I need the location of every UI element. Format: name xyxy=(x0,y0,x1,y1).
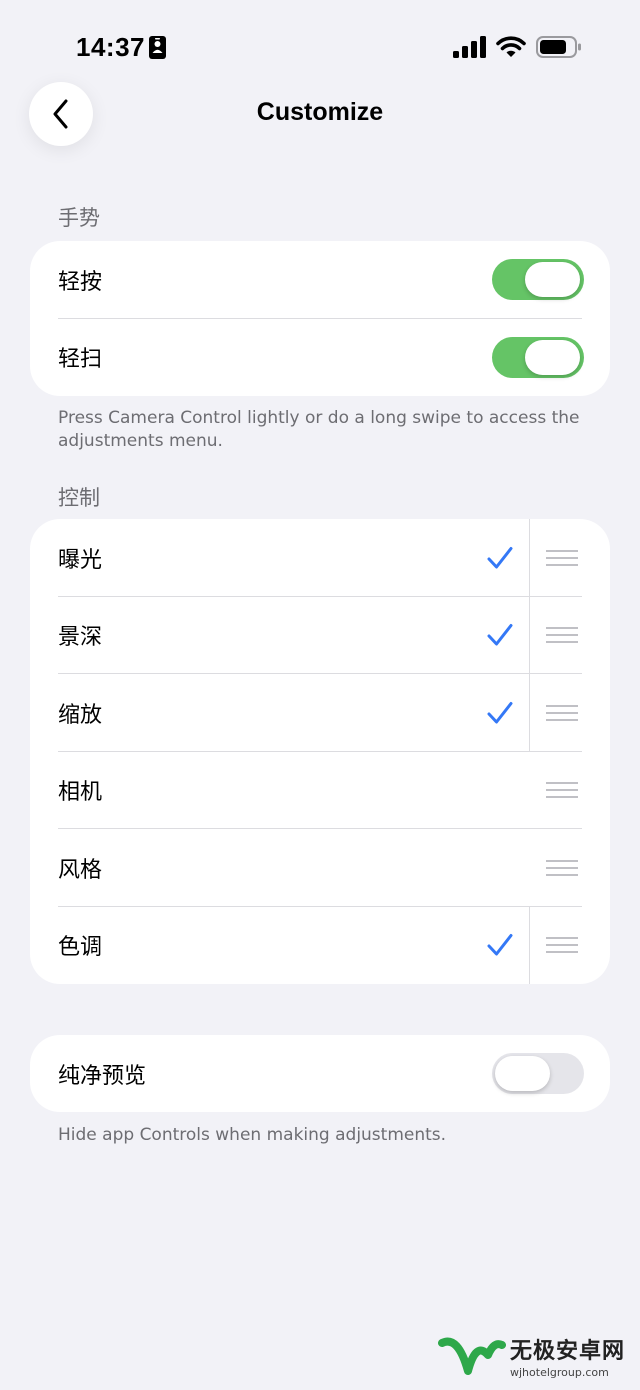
clean-preview-row: 纯净预览 xyxy=(30,1035,610,1112)
control-row-exposure[interactable]: 曝光 xyxy=(30,519,610,597)
control-row-depth[interactable]: 景深 xyxy=(30,596,610,674)
control-row-zoom[interactable]: 缩放 xyxy=(30,674,610,752)
checkmark-icon xyxy=(487,546,513,569)
row-label: 曝光 xyxy=(58,547,103,573)
wifi-icon xyxy=(496,36,526,57)
reorder-handle-icon[interactable] xyxy=(546,937,578,954)
reorder-handle-icon[interactable] xyxy=(546,782,578,799)
clean-preview-toggle[interactable] xyxy=(492,1053,584,1095)
reorder-handle-icon[interactable] xyxy=(546,704,578,721)
checkmark-icon xyxy=(487,624,513,646)
row-label: 相机 xyxy=(58,780,103,806)
reorder-handle-icon[interactable] xyxy=(546,859,578,876)
control-row-style[interactable]: 风格 xyxy=(30,829,610,907)
controls-card: 曝光 景深 缩放 相机 风格 色调 xyxy=(30,519,610,984)
light-press-toggle[interactable] xyxy=(492,259,584,301)
gesture-row-light-press: 轻按 xyxy=(30,241,610,319)
row-label: 纯净预览 xyxy=(58,1063,147,1089)
id-icon xyxy=(149,36,166,59)
control-row-camera[interactable]: 相机 xyxy=(30,752,610,829)
row-label: 色调 xyxy=(58,935,103,961)
row-label: 轻扫 xyxy=(58,347,103,373)
gestures-card: 轻按 轻扫 xyxy=(30,241,610,396)
row-label: 景深 xyxy=(58,625,103,651)
row-label: 风格 xyxy=(58,857,103,883)
light-swipe-toggle[interactable] xyxy=(492,336,584,378)
gestures-footer: Press Camera Control lightly or do a lon… xyxy=(58,408,580,451)
status-time: 14:37 xyxy=(76,32,145,62)
clean-preview-card: 纯净预览 xyxy=(30,1035,610,1112)
controls-section-header: 控制 xyxy=(58,486,100,510)
reorder-handle-icon[interactable] xyxy=(546,627,578,644)
watermark: 无极安卓网 wjhotelgroup.com xyxy=(436,1326,636,1386)
gestures-section-header: 手势 xyxy=(58,206,100,230)
checkmark-icon xyxy=(487,701,513,724)
control-row-tone[interactable]: 色调 xyxy=(30,906,610,984)
gesture-row-light-swipe: 轻扫 xyxy=(30,319,610,397)
page-title: Customize xyxy=(256,98,384,126)
battery-icon xyxy=(536,36,581,58)
checkmark-icon xyxy=(487,934,513,956)
signal-icon xyxy=(453,36,486,58)
row-label: 轻按 xyxy=(58,269,103,295)
clean-preview-footer: Hide app Controls when making adjustment… xyxy=(58,1125,447,1145)
reorder-handle-icon[interactable] xyxy=(546,549,578,566)
watermark-logo-icon xyxy=(438,1337,506,1375)
row-label: 缩放 xyxy=(58,702,103,728)
watermark-title: 无极安卓网 xyxy=(510,1339,626,1364)
status-bar: 14:37 xyxy=(0,0,640,90)
watermark-url: wjhotelgroup.com xyxy=(510,1366,609,1379)
